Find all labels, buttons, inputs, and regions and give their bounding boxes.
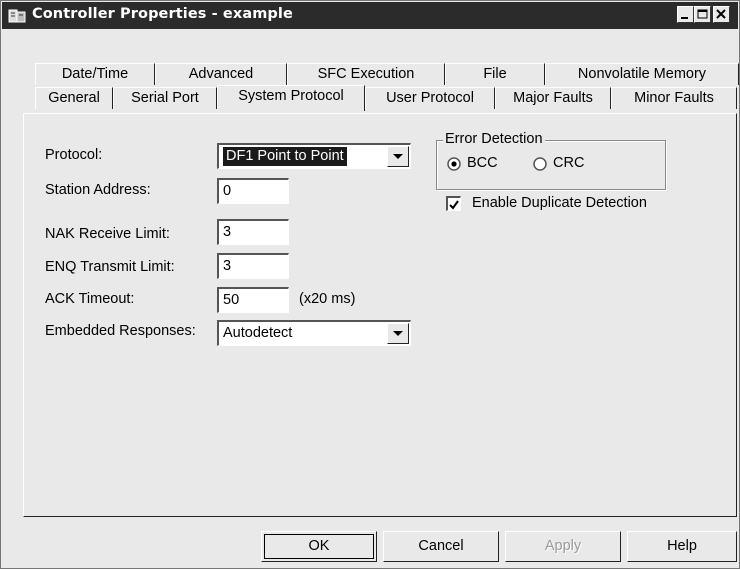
error-detection-title: Error Detection [443,131,545,147]
embedded-responses-label: Embedded Responses: [45,323,196,339]
chevron-down-icon [393,154,403,159]
ack-timeout-field[interactable]: 50 [217,287,289,313]
crc-radio[interactable] [533,157,547,171]
tab-general[interactable]: General [35,87,113,109]
apply-button[interactable]: Apply [505,531,621,562]
ok-button[interactable]: OK [261,531,377,562]
chevron-down-icon [393,331,403,336]
ack-timeout-label: ACK Timeout: [45,291,135,307]
protocol-dropdown-button[interactable] [387,146,409,167]
window-title: Controller Properties - example [32,6,293,22]
protocol-value: DF1 Point to Point [223,147,347,166]
tab-sfc-execution[interactable]: SFC Execution [287,63,445,85]
tab-minor-faults[interactable]: Minor Faults [611,87,737,109]
enable-duplicate-detection-checkbox[interactable] [446,196,461,211]
tab-date-time[interactable]: Date/Time [35,63,155,85]
nak-receive-limit-field[interactable]: 3 [217,219,289,245]
protocol-select[interactable]: DF1 Point to Point [217,143,411,169]
bcc-label: BCC [467,155,498,171]
tab-serial-port[interactable]: Serial Port [113,87,217,109]
tab-user-protocol[interactable]: User Protocol [365,87,495,109]
bcc-radio[interactable] [447,157,461,171]
close-button[interactable] [713,6,730,23]
embedded-responses-select[interactable]: Autodetect [217,320,411,346]
embedded-responses-dropdown-button[interactable] [387,323,409,344]
maximize-button[interactable] [694,6,711,23]
enq-transmit-limit-label: ENQ Transmit Limit: [45,259,175,275]
tab-major-faults[interactable]: Major Faults [495,87,611,109]
title-bar[interactable]: Controller Properties - example [2,2,738,29]
tab-nonvolatile-memory[interactable]: Nonvolatile Memory [545,63,739,85]
tab-advanced[interactable]: Advanced [155,63,287,85]
station-address-label: Station Address: [45,182,151,198]
ack-timeout-units: (x20 ms) [299,291,356,307]
embedded-responses-value: Autodetect [223,325,293,341]
enq-transmit-limit-field[interactable]: 3 [217,253,289,279]
help-button[interactable]: Help [627,531,737,562]
maximize-icon [697,9,708,19]
controller-icon [8,9,26,23]
close-icon [716,9,726,19]
station-address-field[interactable]: 0 [217,178,289,204]
tab-system-protocol[interactable]: System Protocol [217,85,365,111]
minimize-button[interactable] [677,6,694,23]
nak-receive-limit-label: NAK Receive Limit: [45,226,170,242]
tab-file[interactable]: File [445,63,545,85]
error-detection-group: Error Detection BCC CRC [436,131,666,190]
checkmark-icon [449,200,459,210]
enable-duplicate-detection-label[interactable]: Enable Duplicate Detection [472,195,647,211]
minimize-icon [681,17,688,19]
cancel-button[interactable]: Cancel [383,531,499,562]
crc-label: CRC [553,155,585,171]
protocol-label: Protocol: [45,147,103,163]
controller-properties-dialog: Controller Properties - example Date/Tim… [0,0,740,569]
